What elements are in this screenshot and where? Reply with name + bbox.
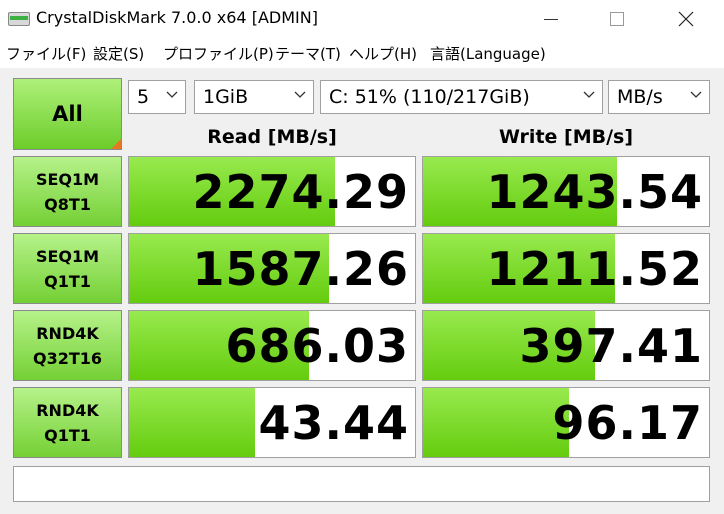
test-button-rnd4k-q1t1[interactable]: RND4K Q1T1 <box>13 387 122 458</box>
test-label-line2: Q1T1 <box>44 425 91 445</box>
all-button[interactable]: All <box>13 78 122 150</box>
test-button-seq1m-q8t1[interactable]: SEQ1M Q8T1 <box>13 156 122 227</box>
minimize-button[interactable] <box>530 0 576 38</box>
menu-profile[interactable]: プロファイル(P) <box>163 43 274 64</box>
test-count-value: 5 <box>137 86 150 108</box>
write-result: 96.17 <box>422 387 710 458</box>
test-label-line2: Q1T1 <box>44 271 91 291</box>
title-bar: CrystalDiskMark 7.0.0 x64 [ADMIN] <box>0 0 724 38</box>
comment-field[interactable] <box>13 466 710 502</box>
chevron-down-icon <box>294 91 306 98</box>
menu-theme[interactable]: テーマ(T) <box>275 43 341 64</box>
menu-language[interactable]: 言語(Language) <box>430 43 546 64</box>
read-value: 43.44 <box>258 396 409 450</box>
close-icon <box>678 11 694 27</box>
maximize-button[interactable] <box>596 0 642 38</box>
write-value: 1243.54 <box>486 165 703 219</box>
test-count-select[interactable]: 5 <box>128 80 186 114</box>
test-label-line1: RND4K <box>36 400 99 420</box>
drive-value: C: 51% (110/217GiB) <box>329 86 530 108</box>
test-size-select[interactable]: 1GiB <box>194 80 314 114</box>
write-result: 1211.52 <box>422 233 710 304</box>
chevron-down-icon <box>583 91 595 98</box>
read-result: 2274.29 <box>128 156 416 227</box>
chevron-down-icon <box>166 91 178 98</box>
menu-bar: ファイル(F) 設定(S) プロファイル(P) テーマ(T) ヘルプ(H) 言語… <box>0 38 724 68</box>
test-label-line2: Q32T16 <box>32 348 103 368</box>
test-size-value: 1GiB <box>203 86 249 108</box>
test-button-rnd4k-q32t16[interactable]: RND4K Q32T16 <box>13 310 122 381</box>
maximize-icon <box>610 12 624 26</box>
drive-select[interactable]: C: 51% (110/217GiB) <box>320 80 603 114</box>
write-value: 1211.52 <box>486 242 703 296</box>
read-header: Read [MB/s] <box>207 126 337 148</box>
test-label-line2: Q8T1 <box>44 194 91 214</box>
crystaldiskmark-app-icon <box>8 10 30 28</box>
read-value: 686.03 <box>225 319 409 373</box>
corner-marker <box>111 139 121 149</box>
write-value: 397.41 <box>519 319 703 373</box>
minimize-icon <box>544 19 558 20</box>
test-label-line1: SEQ1M <box>35 169 100 189</box>
all-button-label: All <box>52 102 83 126</box>
read-result: 686.03 <box>128 310 416 381</box>
test-label-line1: SEQ1M <box>35 246 100 266</box>
close-button[interactable] <box>664 0 710 38</box>
unit-value: MB/s <box>617 86 663 108</box>
write-value: 96.17 <box>552 396 703 450</box>
read-value: 2274.29 <box>192 165 409 219</box>
read-value: 1587.26 <box>192 242 409 296</box>
unit-select[interactable]: MB/s <box>608 80 710 114</box>
test-label-line1: RND4K <box>36 323 99 343</box>
read-result: 43.44 <box>128 387 416 458</box>
menu-help[interactable]: ヘルプ(H) <box>349 43 417 64</box>
read-fill-bar <box>129 388 255 457</box>
chevron-down-icon <box>690 91 702 98</box>
write-header: Write [MB/s] <box>498 126 634 148</box>
test-button-seq1m-q1t1[interactable]: SEQ1M Q1T1 <box>13 233 122 304</box>
menu-file[interactable]: ファイル(F) <box>6 43 86 64</box>
read-result: 1587.26 <box>128 233 416 304</box>
window-title: CrystalDiskMark 7.0.0 x64 [ADMIN] <box>36 8 318 27</box>
menu-settings[interactable]: 設定(S) <box>93 43 144 64</box>
write-result: 397.41 <box>422 310 710 381</box>
write-fill-bar <box>423 388 569 457</box>
write-result: 1243.54 <box>422 156 710 227</box>
